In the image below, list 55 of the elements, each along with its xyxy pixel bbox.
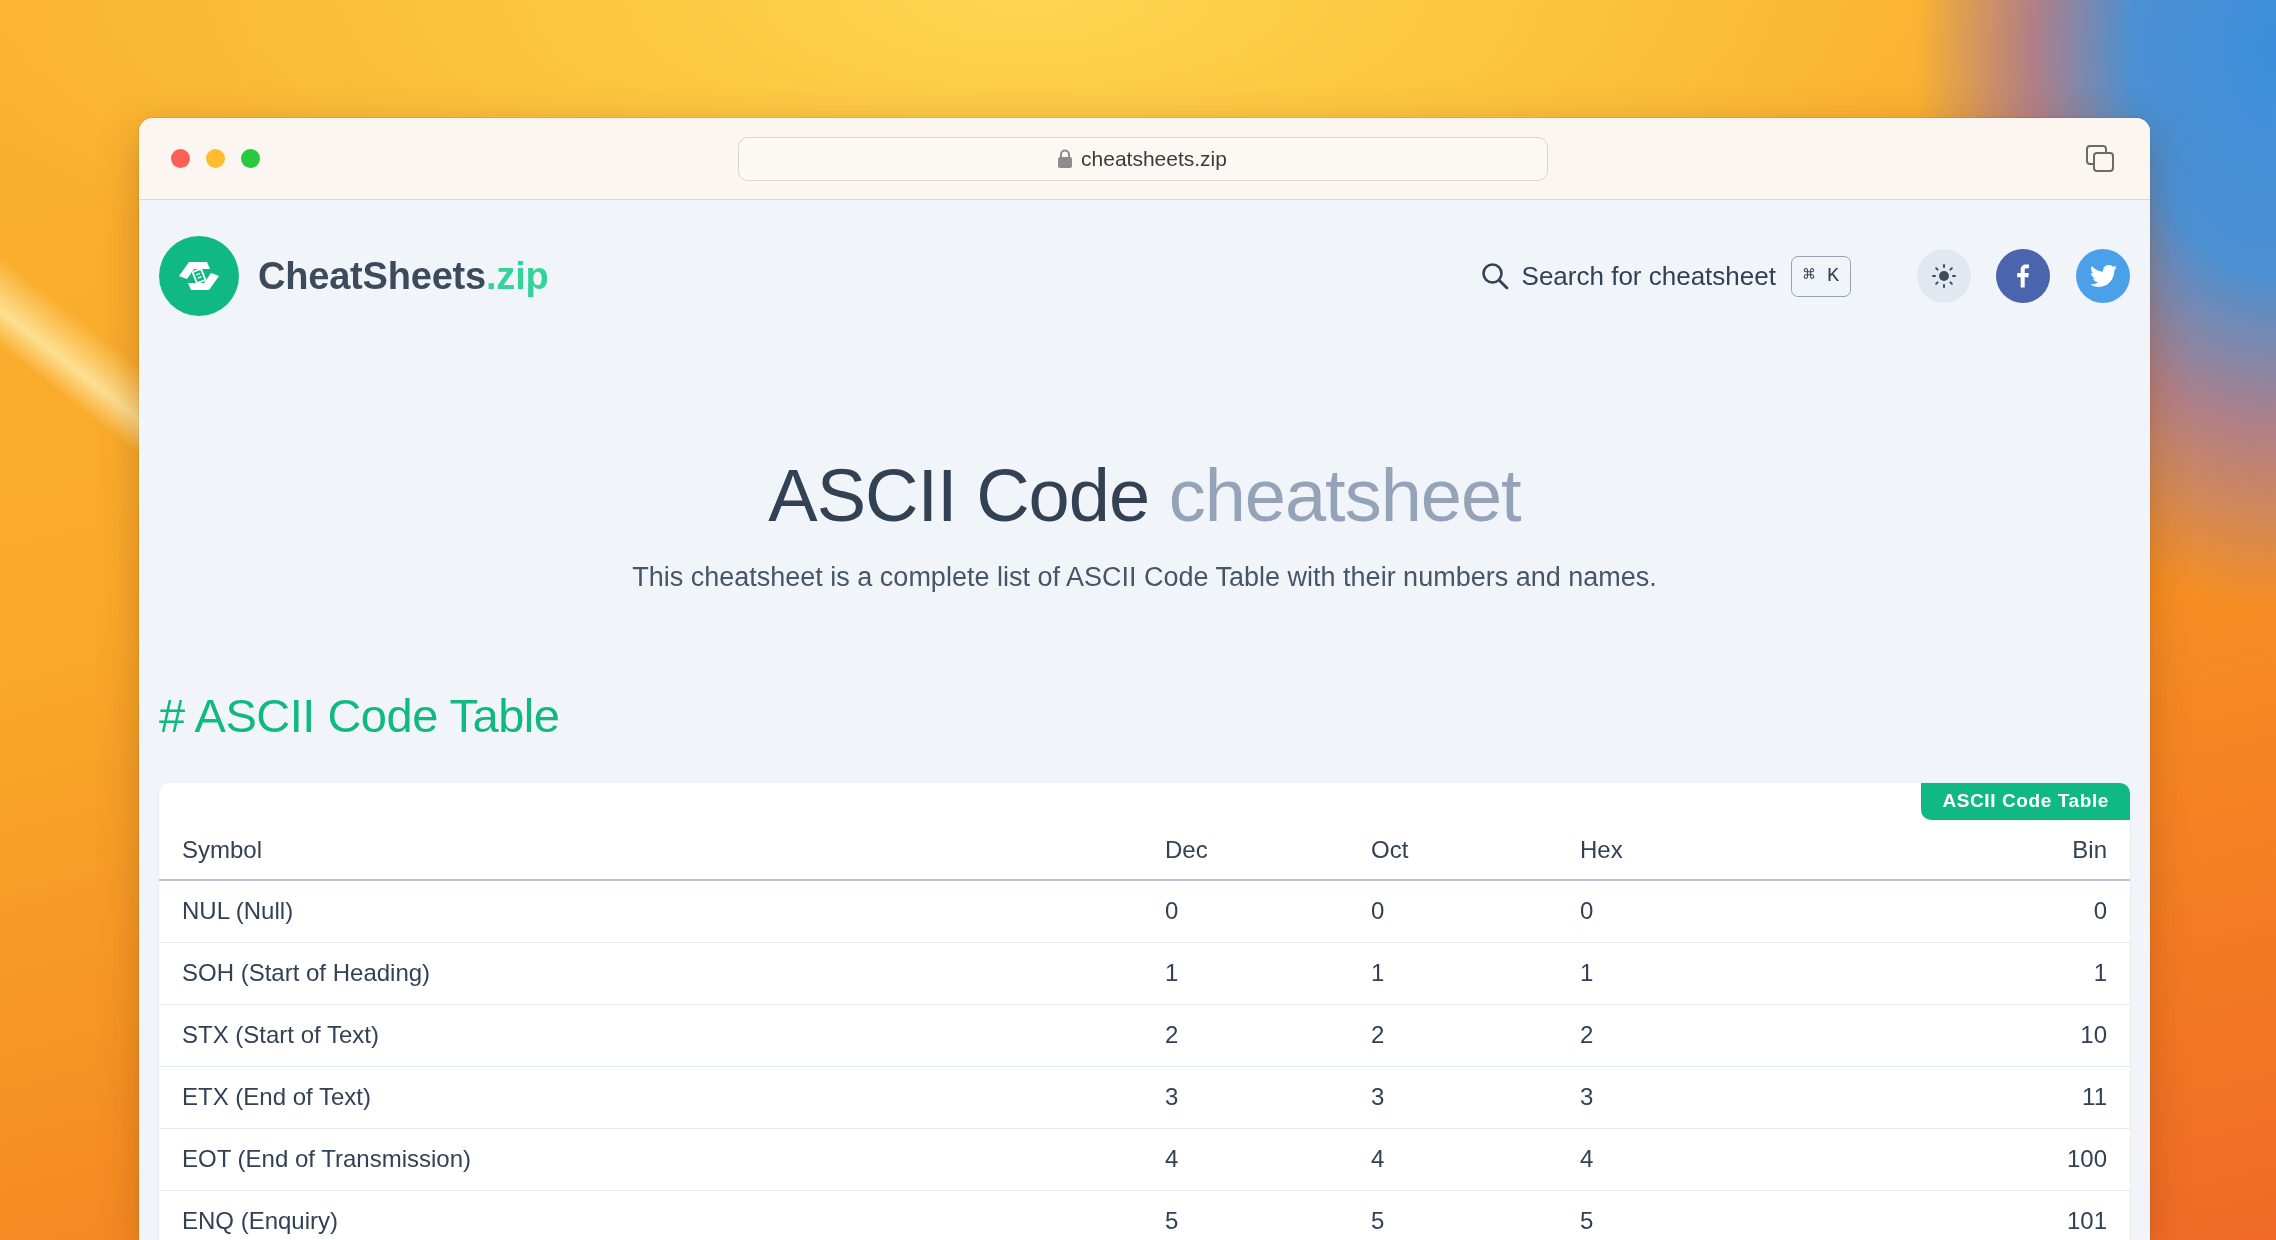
site-name[interactable]: CheatSheets.zip [258,247,549,305]
close-button[interactable] [171,149,190,168]
table-cell: 4 [1557,1128,1857,1191]
logo-icon[interactable] [159,236,239,316]
table-cell: 101 [1857,1190,2130,1240]
bird-icon [2089,265,2117,287]
table-cell: STX (Start of Text) [159,1004,1142,1067]
column-header: Oct [1348,820,1557,881]
table-cell: 11 [1857,1066,2130,1129]
page-description: This cheatsheet is a complete list of ASCII Code Table with their numbers and names. [631,560,1658,594]
lock-icon [1058,149,1073,168]
facebook-icon [2017,264,2029,288]
table-cell: 1 [1857,942,2130,1005]
table-cell: 2 [1142,1004,1348,1067]
table-cell: 0 [1142,880,1348,943]
column-header: Hex [1557,820,1857,881]
table-cell: ETX (End of Text) [159,1066,1142,1129]
table-cell: 3 [1348,1066,1557,1129]
table-cell: 0 [1348,880,1557,943]
minimize-button[interactable] [206,149,225,168]
page-title: ASCII Code cheatsheet [767,453,1522,539]
keyboard-shortcut: ⌘ K [1790,255,1851,297]
table-cell: 4 [1142,1128,1348,1191]
search-button[interactable]: Search for cheatsheet [1480,256,1776,296]
table-cell: 2 [1348,1004,1557,1067]
section-heading: # ASCII Code Table [159,687,561,744]
maximize-button[interactable] [241,149,260,168]
column-header: Dec [1142,820,1348,881]
table-cell: NUL (Null) [159,880,1142,943]
table-cell: ENQ (Enquiry) [159,1190,1142,1240]
table-cell: 1 [1142,942,1348,1005]
table-cell: 1 [1557,942,1857,1005]
twitter-share-button[interactable] [2076,249,2130,303]
table-cell: 5 [1142,1190,1348,1240]
table-cell: 10 [1857,1004,2130,1067]
table-cell: 5 [1557,1190,1857,1240]
table-tag: ASCII Code Table [1921,783,2130,821]
address-bar[interactable]: cheatsheets.zip [737,136,1548,181]
table-cell: 4 [1348,1128,1557,1191]
table-cell: EOT (End of Transmission) [159,1128,1142,1191]
search-icon [1480,262,1509,290]
facebook-share-button[interactable] [1996,249,2050,303]
table-cell: 100 [1857,1128,2130,1191]
sun-icon [1932,264,1956,288]
table-cell: 0 [1857,880,2130,943]
column-header: Bin [1857,820,2130,881]
table-cell: 5 [1348,1190,1557,1240]
overlapping-squares-icon[interactable] [2086,145,2114,172]
column-header: Symbol [159,820,1142,881]
table-cell: 1 [1348,942,1557,1005]
table-cell: SOH (Start of Heading) [159,942,1142,1005]
table-cell: 3 [1557,1066,1857,1129]
table-cell: 2 [1557,1004,1857,1067]
table-cell: 3 [1142,1066,1348,1129]
table-cell: 0 [1557,880,1857,943]
